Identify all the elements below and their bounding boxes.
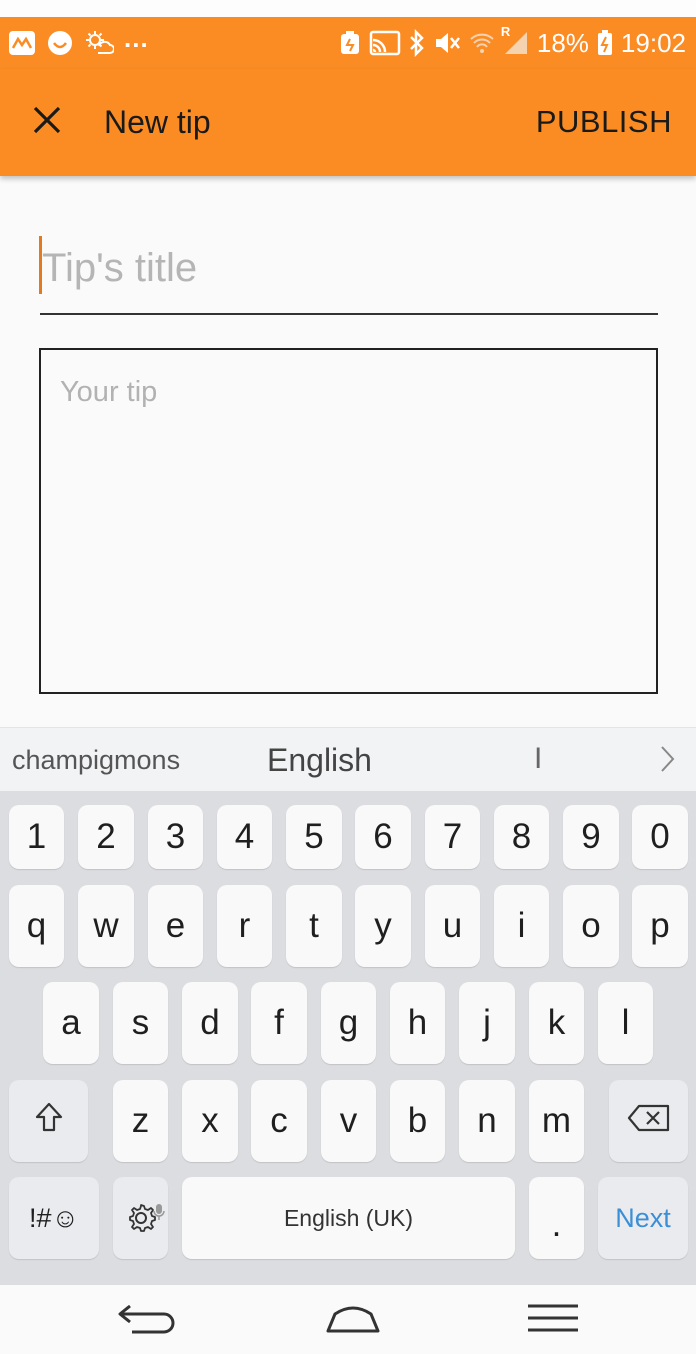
- key-h[interactable]: h: [390, 982, 445, 1064]
- key-x[interactable]: x: [182, 1080, 238, 1162]
- suggestion-item[interactable]: I: [534, 742, 542, 776]
- key-f[interactable]: f: [251, 982, 307, 1064]
- key-0[interactable]: 0: [632, 805, 688, 869]
- status-right: R 18% 19:02: [339, 24, 686, 59]
- settings-key[interactable]: [113, 1177, 168, 1259]
- tip-body-input[interactable]: [41, 350, 656, 692]
- key-o[interactable]: o: [563, 885, 619, 967]
- key-k[interactable]: k: [529, 982, 584, 1064]
- close-icon: [32, 105, 62, 140]
- key-g[interactable]: g: [321, 982, 376, 1064]
- key-4[interactable]: 4: [217, 805, 272, 869]
- key-6[interactable]: 6: [355, 805, 411, 869]
- roaming-label: R: [500, 24, 511, 39]
- key-n[interactable]: n: [459, 1080, 515, 1162]
- key-3[interactable]: 3: [148, 805, 203, 869]
- key-t[interactable]: t: [286, 885, 342, 967]
- system-nav-bar: [0, 1285, 696, 1354]
- key-i[interactable]: i: [494, 885, 549, 967]
- shift-key[interactable]: [9, 1080, 88, 1162]
- key-8[interactable]: 8: [494, 805, 549, 869]
- bluetooth-icon: [409, 29, 425, 57]
- suggestion-item[interactable]: English: [267, 742, 372, 779]
- key-w[interactable]: w: [78, 885, 134, 967]
- key-u[interactable]: u: [425, 885, 480, 967]
- status-bar: ... R 18% 19:02: [0, 17, 696, 69]
- period-key[interactable]: .: [529, 1177, 584, 1259]
- key-m[interactable]: m: [529, 1080, 584, 1162]
- key-e[interactable]: e: [148, 885, 203, 967]
- top-strip: [0, 0, 696, 17]
- wifi-icon: [469, 30, 495, 56]
- backspace-key[interactable]: [609, 1080, 688, 1162]
- tip-body-field[interactable]: [39, 348, 658, 694]
- key-b[interactable]: b: [390, 1080, 445, 1162]
- screen: ... R 18% 19:02 New tip PUBLISH Tip's ti…: [0, 0, 696, 1354]
- title-field[interactable]: [40, 232, 658, 315]
- key-r[interactable]: r: [217, 885, 272, 967]
- text-cursor: [39, 236, 42, 294]
- back-icon: [116, 1300, 178, 1341]
- weather-icon: [84, 29, 114, 57]
- chat-bubble-icon: [46, 29, 74, 57]
- menu-icon: [526, 1302, 580, 1339]
- gear-icon: [121, 1200, 165, 1236]
- status-left: ...: [8, 23, 149, 59]
- signal-icon: R: [501, 24, 529, 56]
- key-d[interactable]: d: [182, 982, 238, 1064]
- key-5[interactable]: 5: [286, 805, 342, 869]
- next-key[interactable]: Next: [598, 1177, 688, 1259]
- tip-title-input[interactable]: [40, 232, 658, 304]
- keyboard: 1 2 3 4 5 6 7 8 9 0 q w e r t y u i o p …: [0, 791, 696, 1285]
- symbols-key[interactable]: !#☺: [9, 1177, 99, 1259]
- key-7[interactable]: 7: [425, 805, 480, 869]
- key-9[interactable]: 9: [563, 805, 619, 869]
- clock: 19:02: [620, 27, 686, 58]
- shift-icon: [34, 1101, 64, 1142]
- key-p[interactable]: p: [632, 885, 688, 967]
- close-button[interactable]: [18, 93, 76, 151]
- home-button[interactable]: [318, 1299, 388, 1341]
- more-notifications-indicator: ...: [124, 22, 149, 53]
- microphone-icon: [152, 1190, 165, 1230]
- key-c[interactable]: c: [251, 1080, 307, 1162]
- key-z[interactable]: z: [113, 1080, 168, 1162]
- key-l[interactable]: l: [598, 982, 653, 1064]
- key-1[interactable]: 1: [9, 805, 64, 869]
- back-button[interactable]: [112, 1299, 182, 1341]
- battery-percent: 18%: [536, 27, 589, 58]
- cast-icon: [369, 30, 401, 56]
- battery-charging-icon: [597, 30, 613, 56]
- battery-saver-icon: [339, 30, 361, 56]
- app-notification-icon: [8, 30, 36, 56]
- recents-button[interactable]: [518, 1299, 588, 1341]
- suggestion-item[interactable]: champigmons: [12, 745, 180, 776]
- chevron-right-icon[interactable]: [652, 744, 682, 774]
- space-key[interactable]: English (UK): [182, 1177, 515, 1259]
- key-j[interactable]: j: [459, 982, 515, 1064]
- key-v[interactable]: v: [321, 1080, 376, 1162]
- home-icon: [325, 1300, 381, 1341]
- page-title: New tip: [104, 104, 211, 140]
- key-a[interactable]: a: [43, 982, 99, 1064]
- key-2[interactable]: 2: [78, 805, 134, 869]
- key-y[interactable]: y: [355, 885, 411, 967]
- app-bar: New tip PUBLISH: [0, 69, 696, 176]
- key-s[interactable]: s: [113, 982, 168, 1064]
- mute-icon: [433, 30, 461, 56]
- publish-button[interactable]: PUBLISH: [536, 99, 672, 145]
- suggestion-strip: champigmons English I: [0, 727, 696, 791]
- backspace-icon: [627, 1101, 671, 1141]
- key-q[interactable]: q: [9, 885, 64, 967]
